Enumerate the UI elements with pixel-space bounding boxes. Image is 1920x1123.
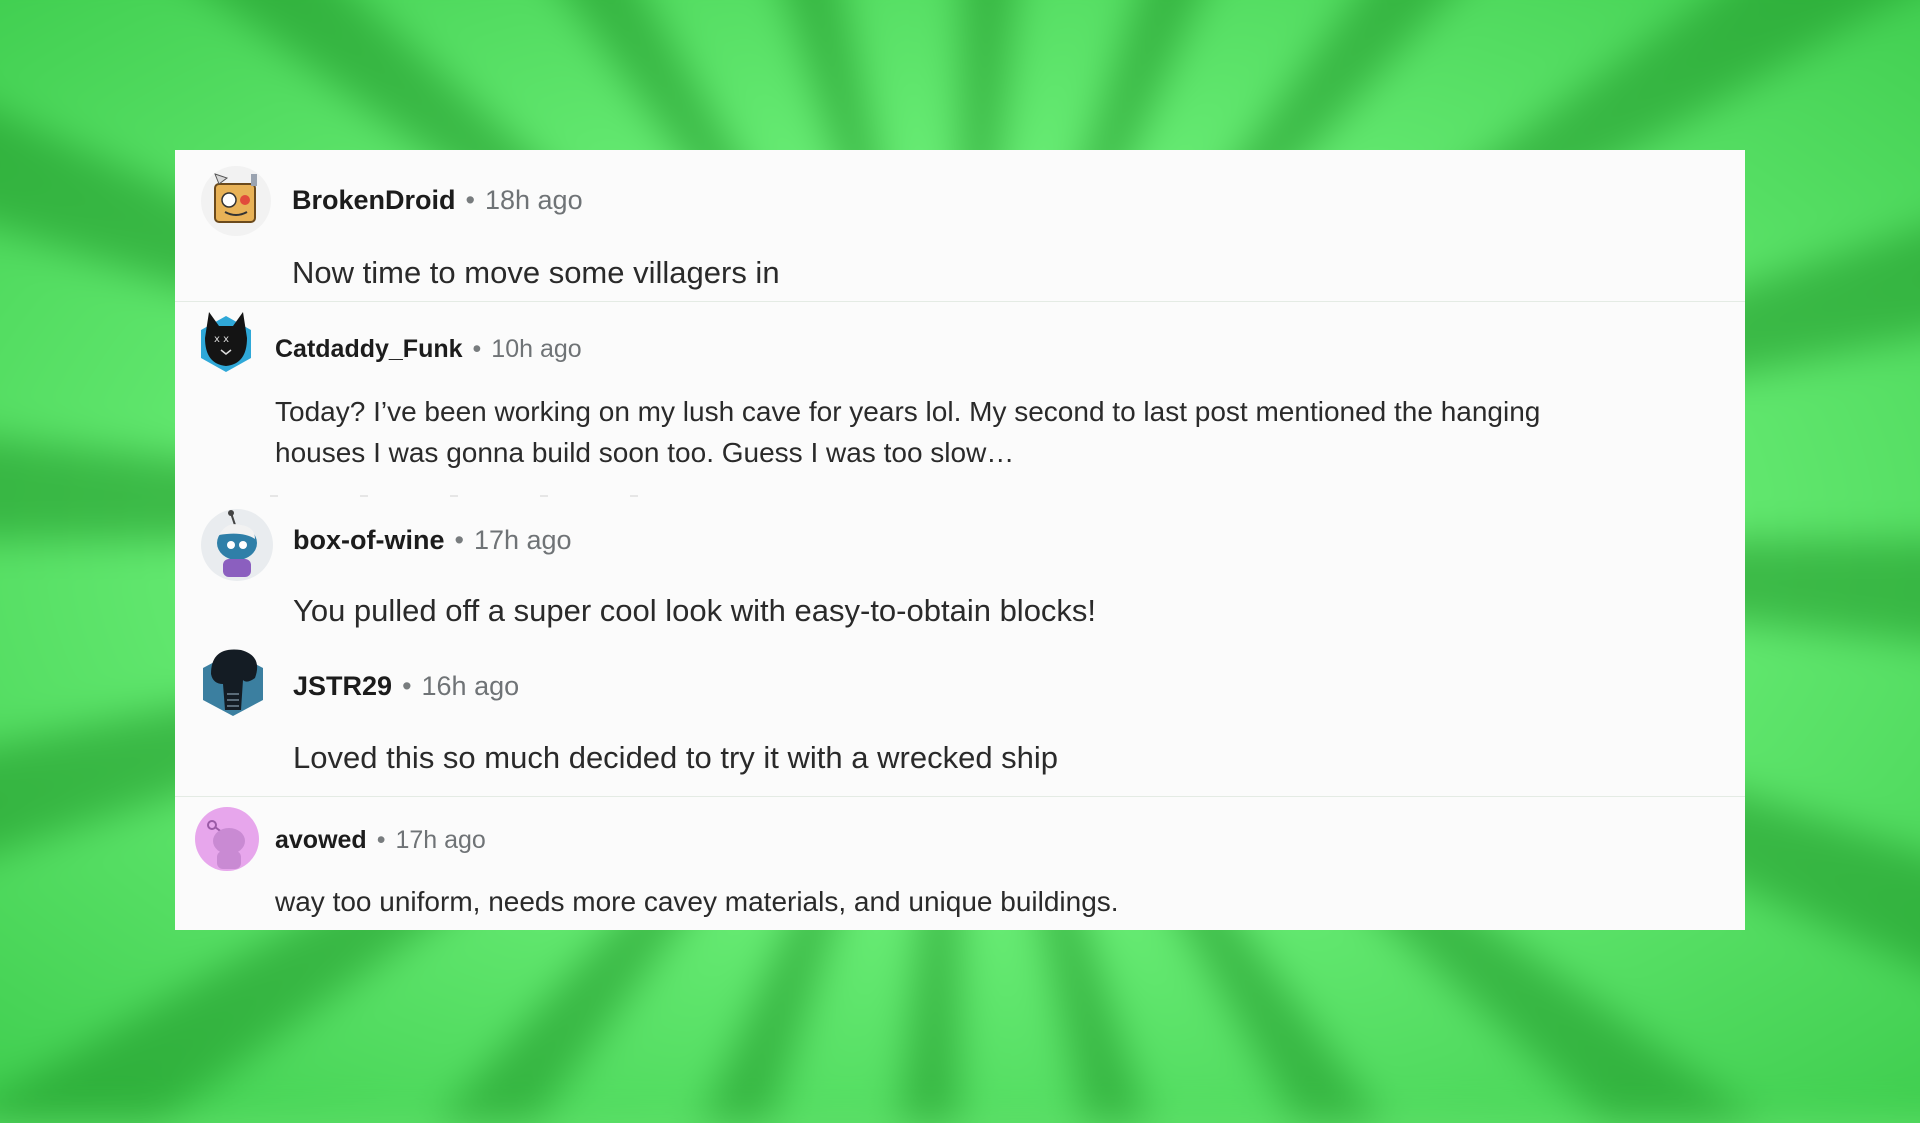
comment-text-line-2: houses I was gonna build soon too. Guess… bbox=[275, 437, 1015, 468]
svg-text:x x: x x bbox=[214, 334, 229, 345]
meta-separator: • bbox=[454, 524, 464, 555]
username-link[interactable]: box-of-wine bbox=[293, 525, 444, 556]
comment-meta: JSTR29 • 16h ago bbox=[293, 666, 519, 706]
meta-separator: • bbox=[472, 334, 482, 363]
comment-meta: box-of-wine • 17h ago bbox=[293, 520, 572, 560]
comment-meta: BrokenDroid • 18h ago bbox=[292, 180, 583, 220]
username-link[interactable]: Catdaddy_Funk bbox=[275, 335, 463, 364]
robot-box-avatar-icon[interactable] bbox=[201, 166, 271, 236]
username-link[interactable]: BrokenDroid bbox=[292, 185, 456, 216]
timestamp[interactable]: 18h ago bbox=[485, 185, 583, 216]
comment-text: Loved this so much decided to try it wit… bbox=[293, 740, 1059, 775]
comment-avowed: avowed • 17h ago way too uniform, needs … bbox=[175, 796, 1745, 930]
comment-text-line-1: Today? I’ve been working on my lush cave… bbox=[275, 396, 1541, 427]
comment-box-of-wine: box-of-wine • 17h ago You pulled off a s… bbox=[175, 497, 1745, 637]
timestamp[interactable]: 10h ago bbox=[491, 335, 581, 364]
username-link[interactable]: JSTR29 bbox=[293, 671, 392, 702]
timestamp[interactable]: 16h ago bbox=[422, 671, 520, 702]
comment-text: You pulled off a super cool look with ea… bbox=[293, 593, 1097, 628]
timestamp[interactable]: 17h ago bbox=[474, 525, 572, 556]
timestamp[interactable]: 17h ago bbox=[395, 826, 485, 855]
comment-meta: Catdaddy_Funk • 10h ago bbox=[275, 330, 582, 368]
comment-text: way too uniform, needs more cavey materi… bbox=[275, 886, 1119, 917]
comment-meta: avowed • 17h ago bbox=[275, 821, 486, 859]
meta-separator: • bbox=[465, 184, 475, 215]
default-snoo-avatar-icon[interactable] bbox=[195, 807, 259, 871]
comments-panel: BrokenDroid • 18h ago Now time to move s… bbox=[175, 150, 1745, 930]
meta-separator: • bbox=[402, 670, 412, 701]
username-link[interactable]: avowed bbox=[275, 826, 367, 855]
alien-avatar-icon[interactable] bbox=[197, 644, 269, 720]
comment-text: Now time to move some villagers in bbox=[292, 255, 780, 290]
comment-brokendroid: BrokenDroid • 18h ago Now time to move s… bbox=[175, 150, 1745, 300]
comment-catdaddy-funk: x x Catdaddy_Funk • 10h ago Today? I’ve … bbox=[175, 301, 1745, 501]
blue-snoo-avatar-icon[interactable] bbox=[201, 509, 273, 581]
comment-jstr29: JSTR29 • 16h ago Loved this so much deci… bbox=[175, 644, 1745, 794]
black-cat-avatar-icon[interactable]: x x bbox=[195, 308, 257, 374]
meta-separator: • bbox=[376, 825, 386, 854]
